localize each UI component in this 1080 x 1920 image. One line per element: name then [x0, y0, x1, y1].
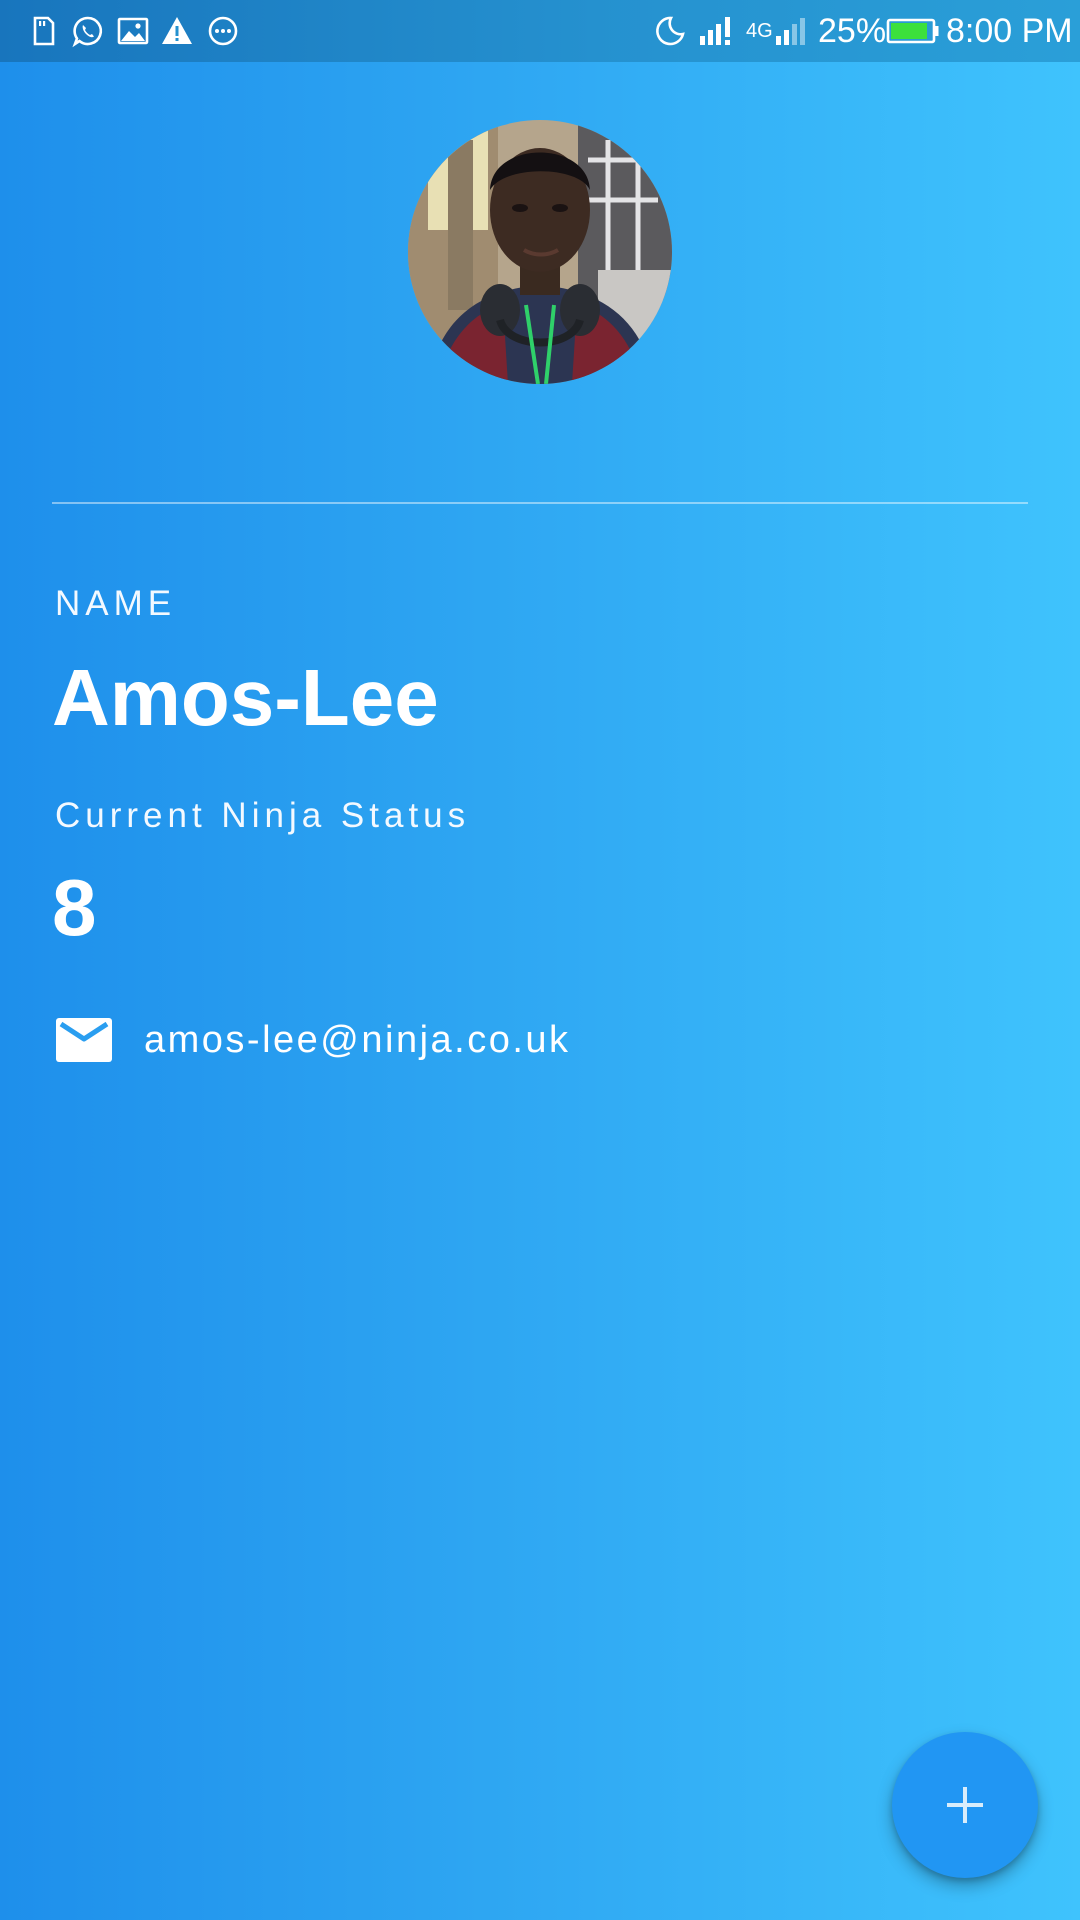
email-text[interactable]: amos-lee@ninja.co.uk [144, 1010, 571, 1070]
battery-percent: 25% [818, 12, 887, 50]
warning-icon [160, 14, 194, 48]
battery-icon [886, 14, 940, 48]
more-horiz-circle-icon [206, 14, 240, 48]
profile-photo [408, 120, 672, 384]
clock-time: 8:00 PM [946, 12, 1073, 50]
image-icon [116, 14, 150, 48]
sd-card-icon [26, 14, 60, 48]
add-fab-button[interactable] [892, 1732, 1038, 1878]
name-value: Amos-Lee [52, 653, 439, 742]
signal-icon [698, 14, 738, 48]
plus-icon [947, 1787, 983, 1823]
divider [52, 502, 1028, 504]
ninja-status-label: Current Ninja Status [55, 796, 471, 835]
status-bar: 4G 25% 8:00 PM [0, 0, 1080, 62]
mail-icon [56, 1018, 112, 1062]
network-4g-icon [774, 14, 810, 48]
avatar[interactable] [408, 120, 672, 384]
name-label: NAME [55, 584, 177, 623]
ninja-status-value: 8 [52, 863, 97, 952]
moon-icon [652, 14, 686, 48]
whatsapp-icon [71, 14, 105, 48]
network-type-label: 4G [746, 20, 773, 42]
